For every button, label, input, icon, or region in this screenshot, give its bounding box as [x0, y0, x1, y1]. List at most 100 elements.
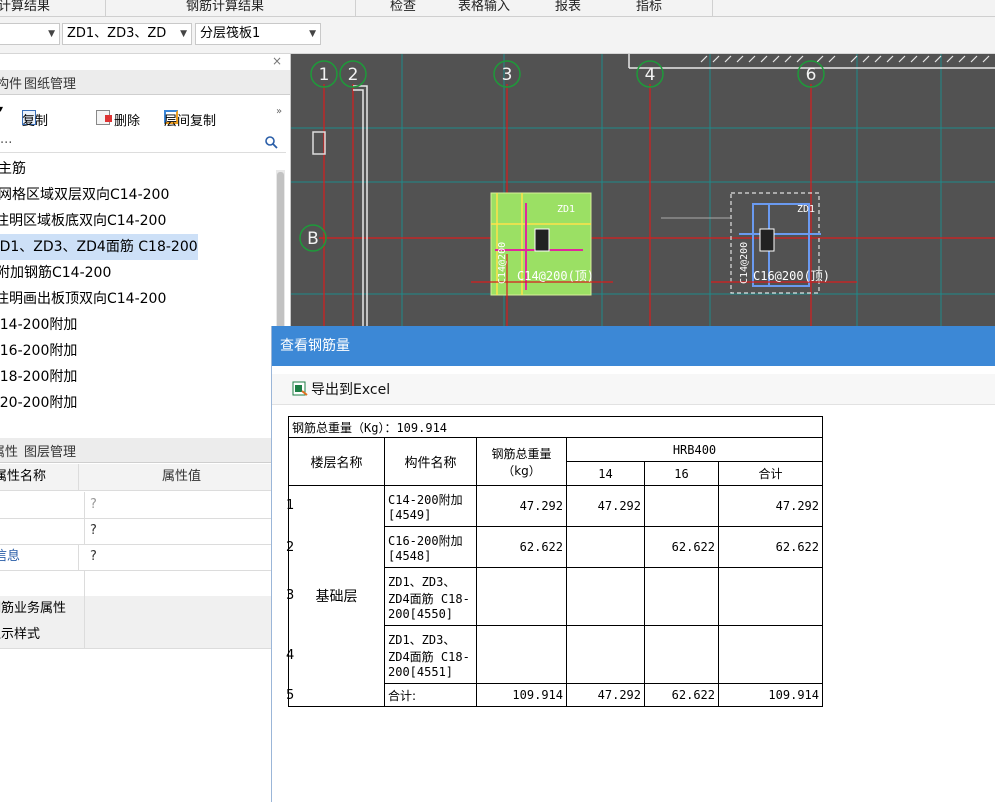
prop-name — [0, 518, 85, 544]
component-name: ZD1、ZD3、ZD4面筋 C18-200[4550] — [384, 567, 477, 626]
prop-name — [0, 492, 85, 518]
top-tabs: 构件 图纸管理 — [0, 70, 290, 95]
list-item[interactable]: 附加钢筋C14-200 — [0, 260, 272, 286]
component-name: ZD1、ZD3、ZD4面筋 C18-200[4551] — [384, 625, 477, 684]
component-search[interactable]: ... — [0, 132, 286, 153]
prop-value[interactable]: ? — [90, 492, 97, 518]
list-item[interactable]: C16-200附加 — [0, 338, 266, 364]
menu-report[interactable]: 报表 — [555, 0, 581, 14]
rebar-label-vertical: C14@200 — [497, 242, 508, 284]
menu-rebar-calc-result[interactable]: 钢筋计算结果 — [186, 0, 264, 14]
header-d16: 16 — [644, 461, 719, 486]
search-icon[interactable] — [265, 136, 278, 149]
cell-total: 62.622 — [476, 526, 567, 568]
delete-button[interactable]: 删除 — [96, 106, 140, 129]
close-icon[interactable]: × — [272, 54, 282, 68]
delete-mark-icon — [105, 115, 112, 122]
copy-label: 复制 — [22, 114, 49, 129]
table-row[interactable]: 显示样式 — [0, 622, 271, 649]
axis-label-3: 3 — [502, 65, 513, 85]
cell-d16: 62.622 — [644, 683, 719, 707]
hatch-band — [700, 55, 990, 63]
header-total-weight: 钢筋总重量（kg） — [476, 437, 567, 486]
list-item[interactable]: 网格区域双层双向C14-200 — [0, 182, 274, 208]
list-item[interactable]: C14-200附加 — [0, 312, 266, 338]
table-row[interactable]: 钢筋业务属性 — [0, 596, 271, 623]
zd1-zone-left[interactable]: ZD1 C14@200(顶) C14@200 — [471, 192, 613, 298]
export-excel-button[interactable]: 导出到Excel — [292, 379, 390, 399]
prop-name: 显示样式 — [0, 622, 85, 648]
component-select-value: ZD1、ZD3、ZD — [67, 26, 167, 41]
cell-d16 — [644, 625, 719, 684]
tab-layer-management[interactable]: 图层管理 — [20, 441, 80, 460]
list-item-selected[interactable]: ZD1、ZD3、ZD4面筋 C18-200 — [0, 234, 198, 260]
menu-calc-result[interactable]: 计算结果 — [0, 0, 50, 14]
wall-lines — [312, 54, 995, 326]
menu-check[interactable]: 检查 — [390, 0, 416, 14]
total-weight-row: 钢筋总重量（Kg）：109.914 — [288, 416, 823, 438]
zd1-zone-right[interactable]: ZD1 C16@200(顶) C14@200 — [661, 192, 857, 294]
chevron-down-icon: ▼ — [178, 24, 187, 44]
more-icon[interactable]: » — [276, 106, 282, 117]
cell-total — [476, 625, 567, 684]
table-row[interactable]: 信息 ? — [0, 544, 271, 571]
tab-drawing-management[interactable]: 图纸管理 — [20, 73, 80, 92]
cell-d16 — [644, 567, 719, 626]
prop-value-header: 属性值 — [162, 469, 202, 484]
tab-components[interactable]: 构件 — [0, 73, 22, 92]
axis-label-2: 2 — [348, 65, 359, 85]
header-component: 构件名称 — [384, 437, 477, 486]
component-select[interactable]: ZD1、ZD3、ZD ▼ — [62, 23, 192, 45]
header-d14: 14 — [566, 461, 645, 486]
header-row: 楼层名称 构件名称 钢筋总重量（kg） HRB400 — [288, 437, 823, 486]
dropdown-arrow-icon[interactable]: ▾ — [0, 104, 3, 115]
floor-select[interactable]: ▼ — [0, 23, 60, 45]
list-item[interactable]: C18-200附加 — [0, 364, 266, 390]
list-item[interactable]: 主筋 — [0, 156, 274, 182]
layer-select[interactable]: 分层筏板1 ▼ — [195, 23, 321, 45]
list-item[interactable]: 注明画出板顶双向C14-200 — [0, 286, 271, 312]
chevron-down-icon: ▼ — [48, 29, 55, 39]
cell-d14: 47.292 — [566, 485, 645, 527]
top-menu-bar: 计算结果 钢筋计算结果 检查 表格输入 报表 指标 — [0, 0, 995, 17]
cell-total: 109.914 — [476, 683, 567, 707]
cell-sum: 62.622 — [718, 526, 823, 568]
left-panel: 构件 图纸管理 × ▾ 复制 删除 层间复制 » ... 主筋 网格区域双层双向… — [0, 54, 291, 802]
rebar-table: 钢筋总重量（Kg）：109.914 楼层名称 构件名称 钢筋总重量（kg） HR… — [288, 416, 823, 707]
component-list: 主筋 网格区域双层双向C14-200 注明区域板底双向C14-200 ZD1、Z… — [0, 156, 288, 418]
prop-value[interactable]: ? — [90, 544, 97, 570]
table-row[interactable]: ? — [0, 518, 271, 545]
tab-properties[interactable]: 属性 — [0, 441, 18, 460]
export-excel-label: 导出到Excel — [311, 382, 391, 398]
canvas-drawing[interactable]: 1 2 3 4 6 B ZD1 C14@200(顶) C14@200 ZD1 C… — [291, 54, 995, 326]
cell-total: 47.292 — [476, 485, 567, 527]
list-item[interactable]: 注明区域板底双向C14-200 — [0, 208, 271, 234]
rebar-label: C16@200(顶) — [753, 269, 830, 283]
header-sum: 合计 — [718, 461, 823, 486]
cell-total — [476, 567, 567, 626]
component-name: C14-200附加[4549] — [384, 485, 477, 527]
prop-name: 钢筋业务属性 — [0, 596, 85, 622]
bottom-tabs: 属性 图层管理 — [0, 438, 290, 463]
floor-name: 基础层 — [288, 485, 385, 707]
table-row[interactable]: ? — [0, 492, 271, 519]
list-item[interactable]: C20-200附加 — [0, 390, 266, 416]
rebar-label: C14@200(顶) — [517, 269, 594, 283]
prop-name — [0, 570, 85, 596]
chevron-down-icon: ▼ — [309, 29, 316, 39]
axis-label-B: B — [307, 229, 319, 249]
drawing-canvas[interactable]: 1 2 3 4 6 B ZD1 C14@200(顶) C14@200 ZD1 C… — [291, 54, 995, 326]
search-input[interactable]: ... — [0, 132, 12, 147]
table-row[interactable] — [0, 570, 271, 597]
view-rebar-dialog: 查看钢筋量 导出到Excel 1 2 3 4 5 钢筋总重量（Kg）：109.9… — [271, 326, 995, 802]
cell-sum: 47.292 — [718, 485, 823, 527]
prop-value[interactable]: ? — [90, 518, 97, 544]
header-floor: 楼层名称 — [288, 437, 385, 486]
total-weight-label: 钢筋总重量（Kg）：109.914 — [288, 416, 823, 438]
menu-table-input[interactable]: 表格输入 — [458, 0, 510, 14]
excel-icon — [292, 381, 308, 396]
axis-lines — [319, 84, 995, 326]
menu-indicator[interactable]: 指标 — [636, 0, 662, 14]
layer-select-value: 分层筏板1 — [200, 26, 261, 41]
rebar-report: 钢筋总重量（Kg）：109.914 楼层名称 构件名称 钢筋总重量（kg） HR… — [288, 416, 826, 707]
